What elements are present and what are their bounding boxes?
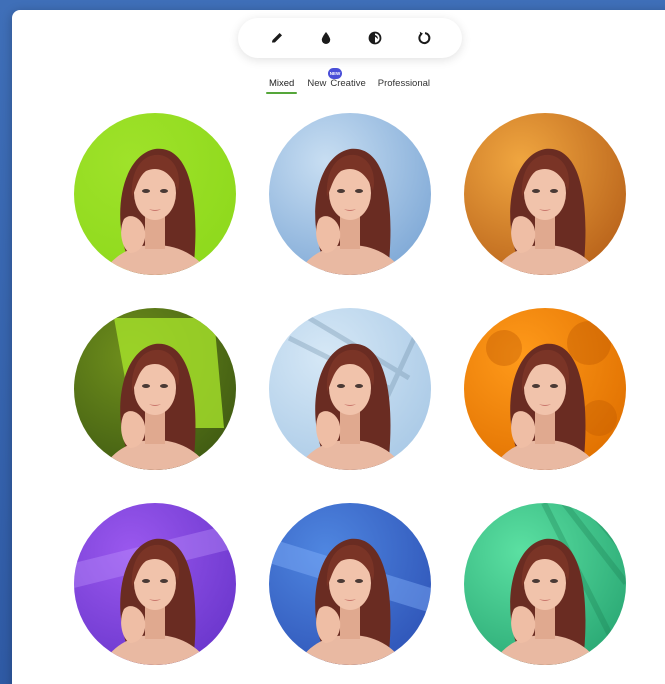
preset-tile-light-blue-palm-shadow[interactable]: [269, 308, 431, 470]
reset-button[interactable]: [409, 23, 439, 53]
pencil-icon: [271, 33, 282, 43]
portrait-preview: [74, 308, 236, 470]
preset-tile-soft-blue-gradient[interactable]: [269, 113, 431, 275]
filter-tabs: Mixed New Creative Professional: [262, 76, 430, 94]
portrait-preview: [464, 113, 626, 275]
tab-professional[interactable]: Professional: [378, 76, 430, 94]
contrast-icon: [368, 31, 381, 45]
drop-icon: [321, 32, 330, 44]
portrait-preview: [464, 503, 626, 665]
contrast-button[interactable]: [360, 23, 390, 53]
tab-new[interactable]: New: [307, 76, 326, 94]
preset-tile-olive-window-light[interactable]: [74, 308, 236, 470]
portrait-preview: [269, 503, 431, 665]
portrait-preview: [74, 113, 236, 275]
portrait-preview: [464, 308, 626, 470]
preset-tile-violet-light-stripes[interactable]: [74, 503, 236, 665]
preset-tile-warm-orange-texture[interactable]: [464, 113, 626, 275]
portrait-preview: [269, 113, 431, 275]
preset-tile-blue-light-stripes[interactable]: [269, 503, 431, 665]
tab-mixed[interactable]: Mixed: [265, 76, 298, 94]
new-badge: NEW: [328, 68, 342, 79]
preset-tile-orange-leaf-shadow[interactable]: [464, 308, 626, 470]
preset-tile-solid-lime[interactable]: [74, 113, 236, 275]
pencil-tool-button[interactable]: [262, 23, 292, 53]
portrait-preview: [74, 503, 236, 665]
reset-icon: [417, 31, 430, 45]
edit-toolbar: [238, 18, 462, 58]
portrait-preview: [269, 308, 431, 470]
preset-tile-green-palm-shadow[interactable]: [464, 503, 626, 665]
color-drop-button[interactable]: [311, 23, 341, 53]
